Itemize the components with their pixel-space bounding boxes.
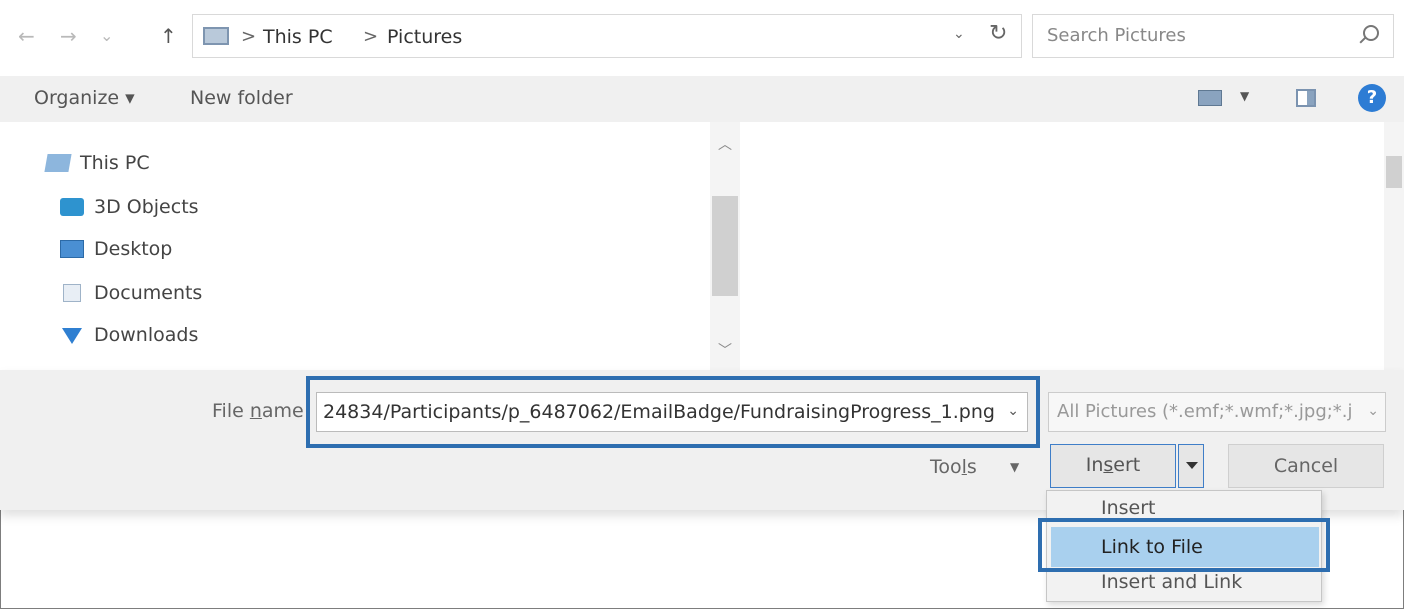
label-text: s <box>966 456 977 478</box>
breadcrumb-pictures[interactable]: Pictures <box>387 24 462 50</box>
pc-icon <box>203 27 229 45</box>
file-type-select[interactable]: All Pictures (*.emf;*.wmf;*.jpg;*.j ⌄ <box>1048 392 1386 432</box>
label-text: Too <box>930 456 962 478</box>
nav-item-3d-objects[interactable]: 3D Objects <box>60 194 199 220</box>
access-key: s <box>1103 454 1114 476</box>
forward-button[interactable]: → <box>60 22 77 50</box>
nav-item-label: Documents <box>94 282 203 304</box>
documents-icon <box>63 284 81 302</box>
refresh-icon[interactable]: ↻ <box>989 21 1007 46</box>
cancel-button[interactable]: Cancel <box>1228 444 1384 488</box>
file-name-field[interactable]: 24834/Participants/p_6487062/EmailBadge/… <box>316 392 1028 432</box>
label-text: ame <box>261 400 304 422</box>
search-icon <box>1363 25 1379 41</box>
back-button[interactable]: ← <box>18 22 35 50</box>
label-text: ert <box>1113 454 1141 476</box>
file-name-value: 24834/Participants/p_6487062/EmailBadge/… <box>323 401 995 423</box>
navigation-pane: This PC 3D Objects Desktop Documents Dow… <box>0 122 740 370</box>
downloads-icon <box>62 328 82 344</box>
nav-pane-scrollbar[interactable]: ︿ ﹀ <box>710 122 740 370</box>
search-placeholder: Search Pictures <box>1047 25 1186 46</box>
up-button[interactable]: ↑ <box>160 22 177 50</box>
nav-item-label: 3D Objects <box>94 196 199 218</box>
file-list-scrollbar[interactable] <box>1384 122 1404 370</box>
preview-pane-icon[interactable] <box>1296 89 1316 107</box>
3d-objects-icon <box>60 198 84 216</box>
insert-dropdown-button[interactable] <box>1178 444 1204 488</box>
breadcrumb-this-pc[interactable]: This PC <box>263 24 333 50</box>
breadcrumb-separator: > <box>241 26 257 47</box>
chevron-down-icon[interactable]: ⌄ <box>1007 403 1019 419</box>
dialog-footer: File name 24834/Participants/p_6487062/E… <box>0 370 1404 510</box>
chevron-down-icon[interactable]: ▼ <box>1010 460 1019 474</box>
nav-item-documents[interactable]: Documents <box>60 280 202 306</box>
recent-locations-button[interactable]: ⌄ <box>100 22 113 50</box>
menu-item-insert-and-link[interactable]: Insert and Link <box>1101 571 1242 593</box>
address-bar[interactable]: > This PC > Pictures ⌄ ↻ <box>192 14 1022 58</box>
tools-button[interactable]: Tools <box>930 456 977 478</box>
insert-button[interactable]: Insert <box>1050 444 1176 488</box>
file-type-value: All Pictures (*.emf;*.wmf;*.jpg;*.j <box>1057 401 1353 422</box>
address-row: ← → ⌄ ↑ > This PC > Pictures ⌄ ↻ Search … <box>0 0 1404 76</box>
menu-item-insert[interactable]: Insert <box>1101 497 1156 519</box>
pc-icon <box>44 154 72 172</box>
menu-item-link-to-file[interactable]: Link to File <box>1051 527 1319 567</box>
help-icon[interactable]: ? <box>1358 84 1386 112</box>
breadcrumb-separator: > <box>363 26 379 47</box>
label-text: File <box>212 400 250 422</box>
command-toolbar: Organize ▾ New folder ▼ ? <box>0 76 1404 122</box>
nav-item-label: This PC <box>80 152 150 174</box>
address-history-dropdown[interactable]: ⌄ <box>953 26 965 42</box>
nav-item-label: Downloads <box>94 324 199 346</box>
change-view-icon[interactable] <box>1198 90 1222 106</box>
access-key: n <box>249 400 262 422</box>
scroll-thumb[interactable] <box>712 196 738 296</box>
scroll-down-icon[interactable]: ﹀ <box>718 340 732 360</box>
file-list[interactable] <box>742 122 1382 370</box>
scroll-thumb[interactable] <box>1386 156 1402 188</box>
scroll-up-icon[interactable]: ︿ <box>718 134 732 154</box>
insert-options-menu: Insert Link to File Insert and Link <box>1046 490 1322 602</box>
new-folder-button[interactable]: New folder <box>190 87 293 109</box>
nav-item-desktop[interactable]: Desktop <box>60 236 172 262</box>
desktop-icon <box>60 240 84 258</box>
organize-menu[interactable]: Organize ▾ <box>34 87 135 109</box>
nav-item-this-pc[interactable]: This PC <box>44 150 150 176</box>
file-name-label: File name <box>212 400 304 422</box>
search-input[interactable]: Search Pictures <box>1032 14 1394 58</box>
nav-item-label: Desktop <box>94 238 173 260</box>
chevron-down-icon[interactable]: ▼ <box>1240 89 1249 103</box>
chevron-down-icon[interactable]: ⌄ <box>1367 403 1379 419</box>
nav-item-downloads[interactable]: Downloads <box>60 322 198 348</box>
label-text: In <box>1085 454 1104 476</box>
